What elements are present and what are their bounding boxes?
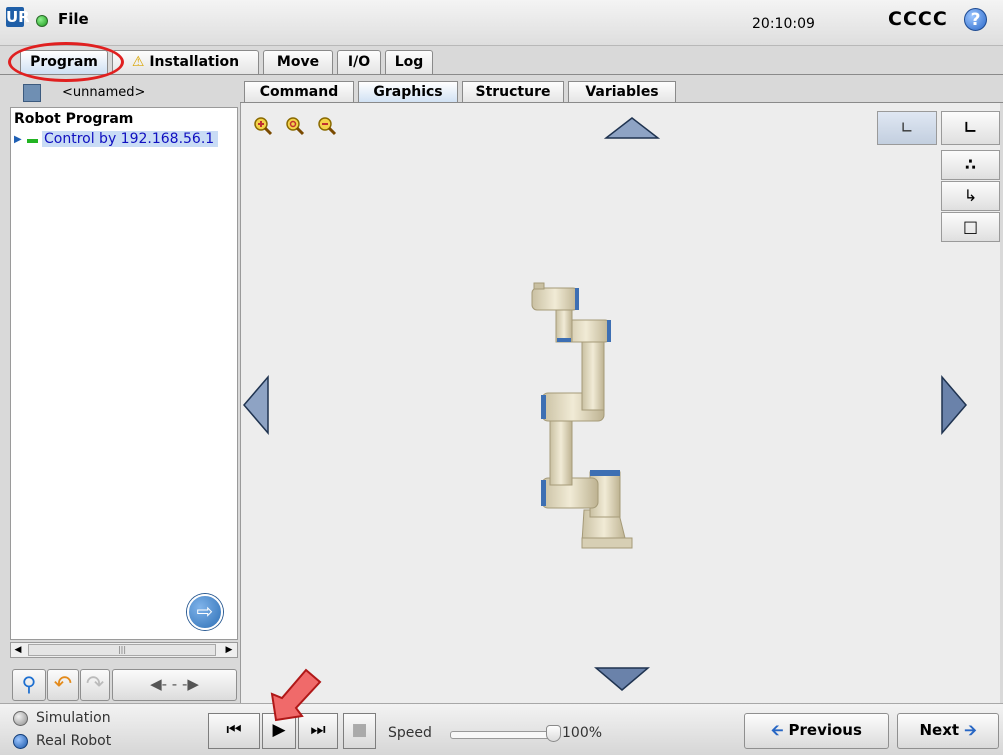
- show-path-button[interactable]: ↳: [941, 181, 1000, 211]
- rotate-down-button[interactable]: [594, 666, 650, 692]
- undo-icon: ↶: [53, 672, 73, 697]
- tree-item-control[interactable]: Control by 192.168.56.1: [42, 131, 219, 147]
- clock: 20:10:09: [752, 16, 815, 32]
- tab-log[interactable]: Log: [385, 50, 433, 74]
- tab-divider: [0, 74, 1003, 75]
- redo-button[interactable]: ↷: [80, 669, 110, 701]
- view-button-2[interactable]: ∟: [941, 111, 1000, 145]
- next-label: Next: [919, 721, 960, 739]
- path-icon: ↳: [963, 186, 978, 205]
- zoom-reset-icon[interactable]: [285, 116, 305, 136]
- tab-io[interactable]: I/O: [337, 50, 381, 74]
- go-to-start-button[interactable]: ⏮: [208, 713, 260, 749]
- program-tree[interactable]: [10, 107, 238, 640]
- show-points-button[interactable]: ∴: [941, 150, 1000, 180]
- skip-forward-icon: ⏭: [310, 720, 326, 740]
- tree-node-icon: [27, 139, 38, 143]
- rotate-left-button[interactable]: [242, 375, 270, 435]
- annotation-arrow: [270, 668, 322, 722]
- arrow-left-icon: 🡨: [771, 721, 784, 739]
- save-icon[interactable]: [23, 84, 41, 102]
- real-robot-label: Real Robot: [36, 733, 112, 749]
- tab-installation-label: Installation: [149, 54, 240, 70]
- help-icon[interactable]: ?: [964, 8, 987, 31]
- tab-graphics[interactable]: Graphics: [358, 81, 458, 103]
- tree-item-robot-program[interactable]: Robot Program: [14, 111, 133, 127]
- ur-logo: UR: [6, 7, 30, 27]
- view-tool-icon: ∟: [900, 118, 914, 137]
- rotate-up-button[interactable]: [604, 116, 660, 140]
- program-name: <unnamed>: [62, 85, 146, 100]
- warning-icon: ⚠: [131, 54, 145, 70]
- tree-arrow-icon: ▶: [14, 134, 22, 145]
- rotate-right-button[interactable]: [940, 375, 968, 435]
- view-tool-icon: ∟: [963, 118, 978, 137]
- tab-variables[interactable]: Variables: [568, 81, 676, 103]
- tab-command[interactable]: Command: [244, 81, 354, 103]
- robot-status-icon: [36, 15, 48, 27]
- zoom-out-icon[interactable]: [317, 116, 337, 136]
- previous-button[interactable]: 🡨 Previous: [744, 713, 889, 749]
- undo-button[interactable]: ↶: [47, 669, 79, 701]
- tab-structure[interactable]: Structure: [462, 81, 564, 103]
- title-bar: [0, 0, 1003, 46]
- real-robot-radio[interactable]: [13, 734, 28, 749]
- tab-installation[interactable]: ⚠ Installation: [112, 50, 259, 74]
- robot-name: CCCC: [888, 8, 948, 30]
- scroll-left-icon[interactable]: ◀: [11, 643, 25, 657]
- arrow-right-icon: 🡪: [964, 721, 977, 739]
- speed-slider-knob[interactable]: [546, 725, 561, 742]
- tab-move[interactable]: Move: [263, 50, 333, 74]
- box-icon: □: [962, 217, 979, 236]
- zoom-in-icon[interactable]: [253, 116, 273, 136]
- scroll-thumb[interactable]: |||: [28, 644, 216, 656]
- file-menu[interactable]: File: [58, 10, 89, 28]
- move-arrows-icon: ◀- - -▶: [150, 675, 199, 693]
- show-box-button[interactable]: □: [941, 212, 1000, 242]
- stop-button[interactable]: ■: [343, 713, 376, 749]
- redo-icon: ↷: [85, 672, 105, 697]
- speed-slider[interactable]: [450, 731, 555, 739]
- annotation-circle: [8, 42, 124, 82]
- previous-label: Previous: [788, 721, 862, 739]
- next-button[interactable]: Next 🡪: [897, 713, 999, 749]
- speed-label: Speed: [388, 725, 432, 741]
- speed-value: 100%: [562, 725, 603, 741]
- search-icon: ⚲: [21, 672, 37, 696]
- move-node-button[interactable]: ◀- - -▶: [112, 669, 237, 701]
- scroll-right-icon[interactable]: ▶: [222, 643, 236, 657]
- search-button[interactable]: ⚲: [12, 669, 46, 701]
- simulation-label: Simulation: [36, 710, 111, 726]
- simulation-radio[interactable]: [13, 711, 28, 726]
- goto-arrow-icon[interactable]: ⇨: [187, 594, 223, 630]
- skip-back-icon: ⏮: [226, 720, 242, 740]
- play-icon: ▶: [272, 720, 286, 740]
- robot-arm-model: [531, 282, 633, 549]
- points-icon: ∴: [964, 155, 977, 174]
- view-button-1[interactable]: ∟: [877, 111, 937, 145]
- stop-icon: ■: [351, 720, 368, 740]
